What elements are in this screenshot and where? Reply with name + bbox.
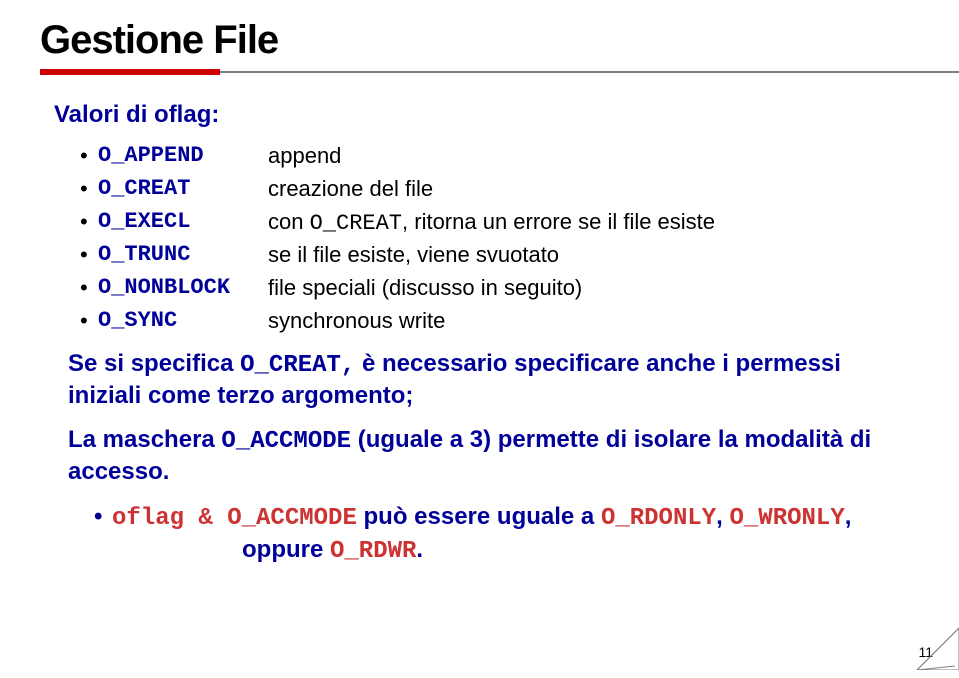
slide: Gestione File Valori di oflag: O_APPEND … bbox=[0, 0, 959, 678]
flag-desc: synchronous write bbox=[268, 308, 445, 335]
flag-desc: creazione del file bbox=[268, 176, 433, 203]
flag-item: O_TRUNC se il file esiste, viene svuotat… bbox=[80, 242, 919, 269]
section-heading: Valori di oflag: bbox=[54, 101, 919, 129]
flag-list: O_APPEND append O_CREAT creazione del fi… bbox=[80, 143, 919, 335]
page-title: Gestione File bbox=[40, 18, 919, 63]
flag-item: O_EXECL con O_CREAT, ritorna un errore s… bbox=[80, 209, 919, 236]
flag-item: O_CREAT creazione del file bbox=[80, 176, 919, 203]
flag-desc: con O_CREAT, ritorna un errore se il fil… bbox=[268, 209, 715, 236]
flag-name: O_EXECL bbox=[98, 209, 268, 236]
flag-item: O_NONBLOCK file speciali (discusso in se… bbox=[80, 275, 919, 302]
flag-desc: file speciali (discusso in seguito) bbox=[268, 275, 582, 302]
flag-desc: se il file esiste, viene svuotato bbox=[268, 242, 559, 269]
paragraph: Se si specifica O_CREAT, è necessario sp… bbox=[68, 349, 919, 411]
flag-name: O_APPEND bbox=[98, 143, 268, 170]
paragraph: La maschera O_ACCMODE (uguale a 3) perme… bbox=[68, 425, 919, 487]
flag-item: O_SYNC synchronous write bbox=[80, 308, 919, 335]
flag-desc: append bbox=[268, 143, 341, 170]
flag-name: O_TRUNC bbox=[98, 242, 268, 269]
content: Valori di oflag: O_APPEND append O_CREAT… bbox=[54, 101, 919, 567]
last-list: oflag & O_ACCMODE può essere uguale a O_… bbox=[94, 501, 919, 567]
flag-name: O_NONBLOCK bbox=[98, 275, 268, 302]
corner-fold-icon bbox=[913, 624, 959, 670]
flag-item: O_APPEND append bbox=[80, 143, 919, 170]
title-rule bbox=[40, 69, 919, 75]
flag-name: O_SYNC bbox=[98, 308, 268, 335]
last-item: oflag & O_ACCMODE può essere uguale a O_… bbox=[94, 501, 919, 567]
flag-name: O_CREAT bbox=[98, 176, 268, 203]
